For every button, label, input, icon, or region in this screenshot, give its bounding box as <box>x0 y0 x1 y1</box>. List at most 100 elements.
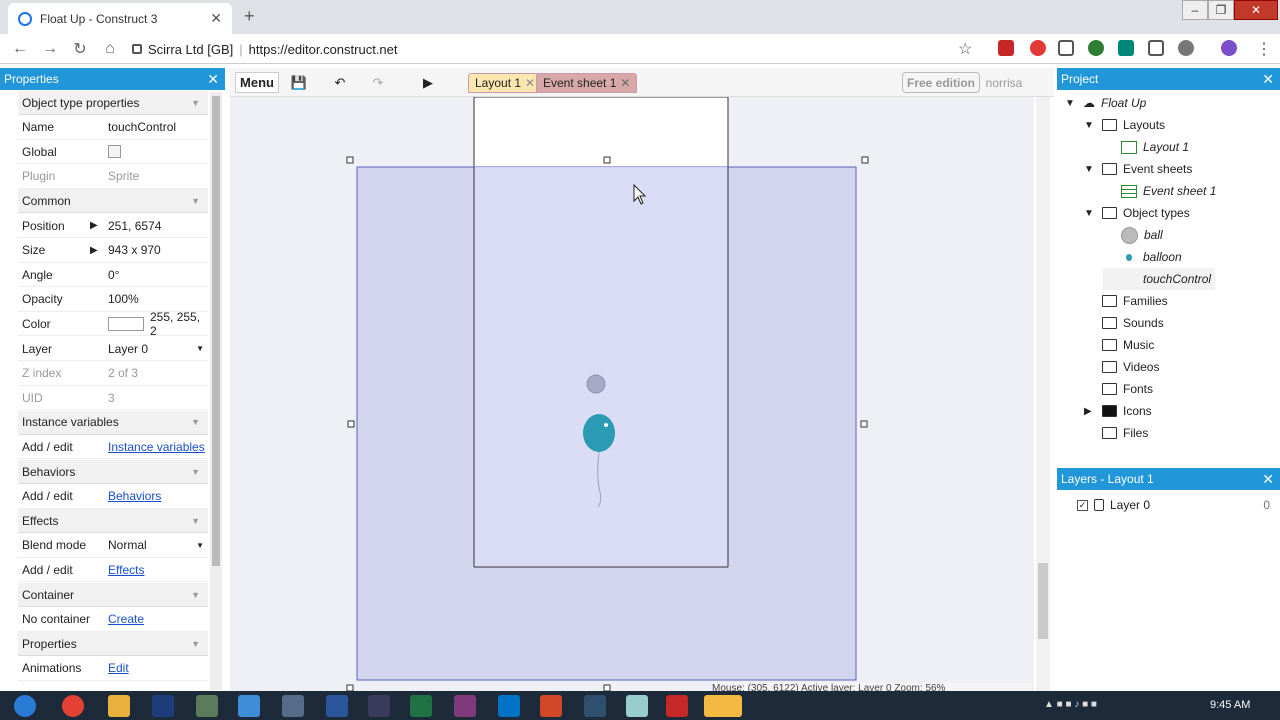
collapse-icon[interactable]: ▼ <box>191 196 200 206</box>
project-item[interactable]: ▼ Layouts <box>1084 114 1165 136</box>
color-swatch[interactable] <box>108 316 144 331</box>
app-icon[interactable] <box>282 695 304 717</box>
close-icon[interactable]: ✕ <box>207 71 219 88</box>
tab-layout[interactable]: Layout 1 ✕ <box>468 73 543 93</box>
balloon-sprite[interactable] <box>583 414 615 452</box>
project-item[interactable]: ball <box>1103 224 1163 246</box>
tray-icons[interactable]: ▲ ■ ■ ♪ ■ ■ <box>1044 699 1097 710</box>
window-close-icon[interactable]: ✕ <box>1234 0 1278 20</box>
property-value[interactable]: 0° <box>104 268 208 282</box>
project-item[interactable]: ▼ Event sheets <box>1084 158 1192 180</box>
scroll-thumb[interactable] <box>1038 563 1048 639</box>
resize-handle[interactable] <box>346 156 354 164</box>
project-item[interactable]: Sounds <box>1084 312 1164 334</box>
expand-icon[interactable]: ▶ <box>1084 406 1096 417</box>
project-item[interactable]: balloon <box>1103 246 1182 268</box>
dropdown-icon[interactable]: ▼ <box>196 344 204 353</box>
scroll-thumb[interactable] <box>212 96 220 566</box>
collapse-icon[interactable]: ▼ <box>1084 120 1096 131</box>
close-icon[interactable]: ✕ <box>1262 471 1274 488</box>
collapse-icon[interactable]: ▼ <box>191 98 200 108</box>
collapse-icon[interactable]: ▼ <box>1065 98 1077 109</box>
app-icon[interactable] <box>584 695 606 717</box>
project-item[interactable]: Files <box>1084 422 1148 444</box>
expand-icon[interactable]: ▶ <box>90 245 98 256</box>
collapse-icon[interactable]: ▼ <box>191 467 200 477</box>
property-value[interactable]: 100% <box>104 292 208 306</box>
project-item[interactable]: touchControl <box>1103 268 1216 290</box>
property-section[interactable]: Behaviors ▼ <box>18 460 208 484</box>
forward-icon[interactable]: → <box>35 40 65 58</box>
back-icon[interactable]: ← <box>5 40 35 58</box>
home-icon[interactable]: ⌂ <box>95 40 125 58</box>
minimize-icon[interactable]: – <box>1182 0 1208 20</box>
property-section[interactable]: Properties ▼ <box>18 632 208 657</box>
app-icon[interactable] <box>368 695 390 717</box>
new-tab-icon[interactable]: + <box>244 6 255 27</box>
fullscreen-icon[interactable] <box>1148 40 1164 56</box>
tab-events[interactable]: Event sheet 1 ✕ <box>536 73 638 93</box>
star-icon[interactable]: ☆ <box>958 39 972 59</box>
cast-icon[interactable] <box>1058 40 1074 56</box>
project-item[interactable]: ▼ Object types <box>1084 202 1190 224</box>
collapse-icon[interactable]: ▼ <box>191 639 200 649</box>
property-value[interactable]: 255, 255, 2 <box>144 310 208 338</box>
extension-settings-icon[interactable] <box>1178 40 1194 56</box>
project-item[interactable]: Fonts <box>1084 378 1153 400</box>
restore-icon[interactable]: ❐ <box>1208 0 1234 20</box>
resize-handle[interactable] <box>603 156 611 164</box>
extension-book-icon[interactable] <box>998 40 1014 56</box>
ball-sprite[interactable] <box>586 374 606 394</box>
global-checkbox[interactable] <box>108 145 121 159</box>
properties-scrollbar[interactable] <box>210 92 222 690</box>
explorer-icon[interactable] <box>108 695 130 717</box>
project-item[interactable]: Music <box>1084 334 1154 356</box>
collapse-icon[interactable]: ▼ <box>1084 208 1096 219</box>
property-link[interactable]: Create <box>104 612 208 626</box>
menu-button[interactable]: Menu <box>235 72 279 93</box>
chrome-icon[interactable] <box>62 695 84 717</box>
user-name[interactable]: norrisa <box>984 72 1024 93</box>
powerpoint-icon[interactable] <box>540 695 562 717</box>
property-section[interactable]: Instance variables ▼ <box>18 410 208 435</box>
avatar[interactable] <box>1221 40 1237 56</box>
project-item[interactable]: ▼ ☁ Float Up <box>1065 92 1146 114</box>
apps-icon[interactable] <box>238 695 260 717</box>
collapse-icon[interactable]: ▼ <box>191 590 200 600</box>
extension-k-icon[interactable] <box>1118 40 1134 56</box>
reload-icon[interactable]: ↻ <box>65 39 95 59</box>
collapse-icon[interactable]: ▼ <box>191 417 200 427</box>
free-edition-badge[interactable]: Free edition <box>902 72 980 93</box>
lock-icon[interactable] <box>1094 499 1104 511</box>
extension-record-icon[interactable] <box>1030 40 1046 56</box>
layout-canvas[interactable] <box>230 97 1034 691</box>
checkbox-icon[interactable]: ✓ <box>1077 499 1088 511</box>
browser-tab[interactable]: Float Up - Construct 3 ✕ <box>8 3 232 34</box>
resize-handle[interactable] <box>347 420 355 428</box>
property-link[interactable]: Effects <box>104 563 208 577</box>
property-value[interactable]: 943 x 970 <box>104 243 208 257</box>
project-item[interactable]: ▶ Icons <box>1084 400 1152 422</box>
outlook-icon[interactable] <box>498 695 520 717</box>
expand-icon[interactable]: ▶ <box>90 220 98 231</box>
project-item[interactable]: Families <box>1084 290 1168 312</box>
property-value[interactable]: 251, 6574 <box>104 219 208 233</box>
project-item[interactable]: Videos <box>1084 356 1159 378</box>
app-icon[interactable] <box>626 695 648 717</box>
close-icon[interactable]: ✕ <box>620 76 630 90</box>
word-icon[interactable] <box>326 695 348 717</box>
photoshop-icon[interactable] <box>152 695 174 717</box>
app-icon[interactable] <box>196 695 218 717</box>
play-icon[interactable]: ▶ <box>418 72 438 93</box>
property-value[interactable]: touchControl <box>104 120 208 134</box>
project-item[interactable]: Event sheet 1 <box>1103 180 1216 202</box>
close-icon[interactable]: ✕ <box>210 10 222 27</box>
property-section[interactable]: Effects ▼ <box>18 509 208 534</box>
url-field[interactable]: Scirra Ltd [GB] | https://editor.constru… <box>132 37 982 61</box>
property-section[interactable]: Object type properties ▼ <box>18 91 208 115</box>
redo-icon[interactable]: ↷ <box>366 72 390 93</box>
layer-row[interactable]: ✓ Layer 0 0 <box>1077 494 1272 516</box>
save-icon[interactable]: 💾 <box>290 72 308 93</box>
collapse-icon[interactable]: ▼ <box>1084 164 1096 175</box>
resize-handle[interactable] <box>860 420 868 428</box>
